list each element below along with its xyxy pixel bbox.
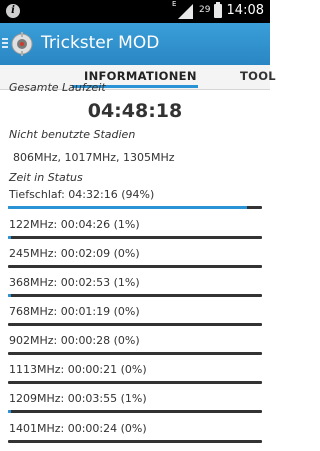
status-bar: i E 29 14:08 xyxy=(0,0,270,23)
battery-icon xyxy=(214,2,222,18)
action-bar: Trickster MOD xyxy=(0,23,270,65)
deep-sleep-label: Tiefschlaf: 04:32:16 (94%) xyxy=(9,188,155,201)
time-in-state-label: Zeit in Status xyxy=(9,171,83,184)
deep-sleep-row: Tiefschlaf: 04:32:16 (94%) xyxy=(0,188,270,217)
signal-icon xyxy=(178,4,193,19)
bar-fill xyxy=(8,236,12,239)
state-label: 245MHz: 00:02:09 (0%) xyxy=(9,247,140,260)
state-bar xyxy=(8,381,262,384)
unused-states-value: 806MHz, 1017MHz, 1305MHz xyxy=(13,151,175,164)
bar-fill xyxy=(8,410,12,413)
app-logo-icon[interactable] xyxy=(10,31,34,57)
state-bar xyxy=(8,440,262,443)
state-label: 1209MHz: 00:03:55 (1%) xyxy=(9,392,147,405)
state-row: 902MHz: 00:00:28 (0%) xyxy=(0,334,270,363)
state-row: 1401MHz: 00:00:24 (0%) xyxy=(0,422,270,451)
drawer-indicator-icon[interactable] xyxy=(2,38,8,50)
state-row: 1113MHz: 00:00:21 (0%) xyxy=(0,363,270,392)
state-row: 245MHz: 00:02:09 (0%) xyxy=(0,247,270,276)
state-row: 122MHz: 00:04:26 (1%) xyxy=(0,218,270,247)
bar-fill xyxy=(8,294,12,297)
state-label: 768MHz: 00:01:19 (0%) xyxy=(9,305,140,318)
state-label: 368MHz: 00:02:53 (1%) xyxy=(9,276,140,289)
battery-level: 29 xyxy=(199,5,211,15)
state-bar xyxy=(8,294,262,297)
state-row: 1209MHz: 00:03:55 (1%) xyxy=(0,392,270,421)
state-label: 122MHz: 00:04:26 (1%) xyxy=(9,218,140,231)
state-label: 1113MHz: 00:00:21 (0%) xyxy=(9,363,147,376)
state-bar xyxy=(8,410,262,413)
deep-sleep-bar xyxy=(8,206,262,209)
state-row: 368MHz: 00:02:53 (1%) xyxy=(0,276,270,305)
status-clock: 14:08 xyxy=(226,3,264,18)
app-title: Trickster MOD xyxy=(41,33,160,53)
state-bar xyxy=(8,236,262,239)
total-time-value: 04:48:18 xyxy=(87,100,183,122)
state-row: 768MHz: 00:01:19 (0%) xyxy=(0,305,270,334)
unused-states-label: Nicht benutzte Stadien xyxy=(9,128,136,141)
network-type: E xyxy=(172,0,177,8)
state-bar xyxy=(8,265,262,268)
state-bar xyxy=(8,323,262,326)
info-icon: i xyxy=(6,4,20,18)
total-time-label: Gesamte Laufzeit xyxy=(9,81,106,94)
state-bar xyxy=(8,352,262,355)
bar-fill xyxy=(8,206,247,209)
state-label: 1401MHz: 00:00:24 (0%) xyxy=(9,422,147,435)
tab-tools[interactable]: TOOL xyxy=(240,69,276,83)
state-label: 902MHz: 00:00:28 (0%) xyxy=(9,334,140,347)
